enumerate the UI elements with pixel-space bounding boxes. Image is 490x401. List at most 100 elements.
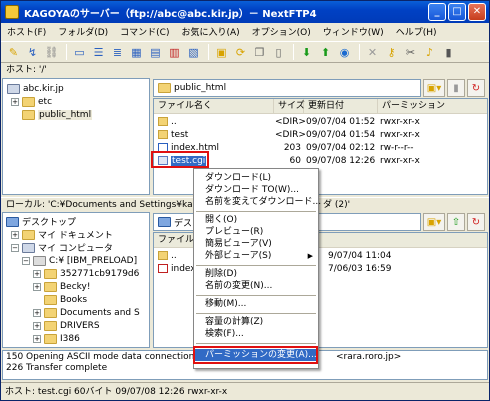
folder-icon <box>158 130 168 139</box>
collapse-icon[interactable]: − <box>22 256 30 265</box>
maximize-button[interactable]: □ <box>448 3 466 21</box>
close-button[interactable]: ✕ <box>468 3 486 21</box>
icons-icon[interactable]: ▦ <box>128 44 145 61</box>
open-folder-icon <box>22 109 35 120</box>
html-file-icon <box>158 264 168 273</box>
download-icon[interactable]: ⬇ <box>298 44 315 61</box>
tree-item-folder[interactable]: + Documents and S <box>33 306 140 319</box>
menu-window[interactable]: ウィンドウ(W) <box>317 25 390 38</box>
col-permission[interactable]: パーミッション <box>378 99 487 114</box>
upload-icon[interactable]: ⬆ <box>317 44 334 61</box>
file-size: <DIR> <box>275 117 306 127</box>
tree-item-folder[interactable]: + 352771cb9179d6 <box>33 267 139 280</box>
tree-root[interactable]: abc.kir.jp <box>7 82 64 95</box>
view-icon[interactable]: ▭ <box>71 44 88 61</box>
tree-item-folder[interactable]: + DRIVERS <box>33 319 100 332</box>
table-row[interactable]: .. <DIR> 09/07/04 01:52 rwxr-xr-x <box>154 116 487 129</box>
menu-host[interactable]: ホスト(F) <box>1 25 52 38</box>
menu-item-download-rename[interactable]: 名前を変えてダウンロード... <box>194 196 321 208</box>
tree-item-c-drive[interactable]: − C:¥ [IBM_PRELOAD] <box>22 254 137 267</box>
html-icon[interactable]: ▥ <box>166 44 183 61</box>
folder-icon <box>22 229 35 240</box>
tree-item-public-html[interactable]: public_html <box>22 108 93 121</box>
refresh-icon[interactable]: ⟳ <box>232 44 249 61</box>
tree-item-label: 352771cb9179d6 <box>60 268 140 279</box>
expand-icon[interactable]: + <box>33 321 41 330</box>
menu-item-download-to[interactable]: ダウンロード TO(W)... <box>194 184 318 196</box>
detail-icon[interactable]: ≣ <box>109 44 126 61</box>
bookmark-icon[interactable]: ▮ <box>447 79 465 97</box>
file-perm: rwxr-xr-x <box>380 130 420 140</box>
paste-icon[interactable]: ▯ <box>270 44 287 61</box>
edit-icon[interactable]: ↯ <box>24 44 41 61</box>
collapse-icon[interactable]: − <box>11 243 19 252</box>
disconnect-icon[interactable]: ⛓ <box>43 44 60 61</box>
local-label-end: ダ (2)' <box>323 200 351 210</box>
copy-icon[interactable]: ❐ <box>251 44 268 61</box>
chart-icon[interactable]: ▮ <box>440 44 457 61</box>
expand-icon[interactable]: + <box>33 308 41 317</box>
menu-item-calc-size[interactable]: 容量の計算(Z) <box>194 316 318 328</box>
tree-item-folder[interactable]: Books <box>44 293 87 306</box>
expand-icon[interactable]: + <box>11 97 19 106</box>
expand-icon[interactable]: + <box>11 230 19 239</box>
col-date[interactable]: 更新日付 <box>304 99 378 114</box>
highlight-selected-file <box>151 151 209 168</box>
menu-item-download[interactable]: ダウンロード(L) <box>194 172 318 184</box>
folder-dropdown-button[interactable]: ▣▾ <box>423 213 445 231</box>
col-size[interactable]: サイズ <box>274 99 305 114</box>
expand-icon[interactable]: + <box>33 334 41 343</box>
up-folder-icon[interactable]: ⇧ <box>447 213 465 231</box>
toolbar: ✎ ↯ ⛓ ▭ ☰ ≣ ▦ ▤ ▥ ▧ ▣ ⟳ ❐ ▯ ⬇ ⬆ ◉ ✕ ⚷ ✂ … <box>1 41 489 63</box>
tree-item-my-documents[interactable]: + マイ ドキュメント <box>11 228 113 241</box>
menu-item-search[interactable]: 検索(F)... <box>194 328 318 340</box>
expand-icon[interactable]: + <box>33 282 41 291</box>
connect-icon[interactable]: ✎ <box>5 44 22 61</box>
menu-item-delete[interactable]: 削除(D) <box>194 268 318 280</box>
menu-item-external-viewer[interactable]: 外部ビューア(S) ▶ <box>194 250 318 262</box>
tree-item-folder[interactable]: + Becky! <box>33 280 91 293</box>
expand-icon[interactable]: + <box>33 269 41 278</box>
reload-icon[interactable]: ↻ <box>467 79 485 97</box>
menu-item-preview[interactable]: プレビュー(R) <box>194 226 318 238</box>
calendar-icon[interactable]: ▧ <box>185 44 202 61</box>
menu-item-simple-viewer[interactable]: 簡易ビューア(V) <box>194 238 318 250</box>
tree-item-desktop[interactable]: デスクトップ <box>6 215 76 228</box>
menu-options[interactable]: オプション(O) <box>246 25 317 38</box>
menu-favorites[interactable]: お気に入り(A) <box>175 25 245 38</box>
submenu-arrow-icon: ▶ <box>307 252 313 260</box>
file-size: 203 <box>283 143 301 153</box>
minimize-button[interactable]: _ <box>428 3 446 21</box>
table-row[interactable]: test <DIR> 09/07/04 01:54 rwxr-xr-x <box>154 129 487 142</box>
tree-item-my-computer[interactable]: − マイ コンピュータ <box>11 241 113 254</box>
server-icon <box>7 83 20 94</box>
desktop-icon <box>158 217 171 227</box>
folder-dropdown-button[interactable]: ▣▾ <box>423 79 445 97</box>
up-folder-icon <box>158 251 168 260</box>
menu-command[interactable]: コマンド(C) <box>114 25 175 38</box>
menu-folder[interactable]: フォルダ(D) <box>52 25 114 38</box>
reload-icon[interactable]: ↻ <box>467 213 485 231</box>
list-icon[interactable]: ☰ <box>90 44 107 61</box>
col-filename[interactable]: ファイル名く <box>154 99 274 114</box>
delete-icon[interactable]: ✕ <box>364 44 381 61</box>
local-tree[interactable]: デスクトップ + マイ ドキュメント − マイ コンピュータ − C:¥ [IB… <box>2 212 150 348</box>
remote-tree[interactable]: abc.kir.jp + etc public_html <box>2 78 150 195</box>
cut-icon[interactable]: ✂ <box>402 44 419 61</box>
menu-item-move[interactable]: 移動(M)... <box>194 298 318 310</box>
globe-icon[interactable]: ◉ <box>336 44 353 61</box>
key-icon[interactable]: ⚷ <box>383 44 400 61</box>
menu-help[interactable]: ヘルプ(H) <box>390 25 443 38</box>
desktop-icon <box>6 216 19 227</box>
title-bar[interactable]: KAGOYAのサーバー（ftp://abc@abc.kir.jp）－ NextF… <box>1 1 489 23</box>
table-icon[interactable]: ▤ <box>147 44 164 61</box>
remote-path-input[interactable]: public_html <box>153 79 421 97</box>
folder-icon[interactable]: ▣ <box>213 44 230 61</box>
menu-item-rename[interactable]: 名前の変更(N)... <box>194 280 318 292</box>
tree-item-folder[interactable]: + I386 <box>33 332 80 345</box>
tree-item-etc[interactable]: + etc <box>11 95 52 108</box>
menu-item-open[interactable]: 開く(O) <box>194 214 318 226</box>
bell-icon[interactable]: ♪ <box>421 44 438 61</box>
tree-item-label: C:¥ [IBM_PRELOAD] <box>49 255 138 266</box>
tree-item-label: public_html <box>38 109 93 120</box>
